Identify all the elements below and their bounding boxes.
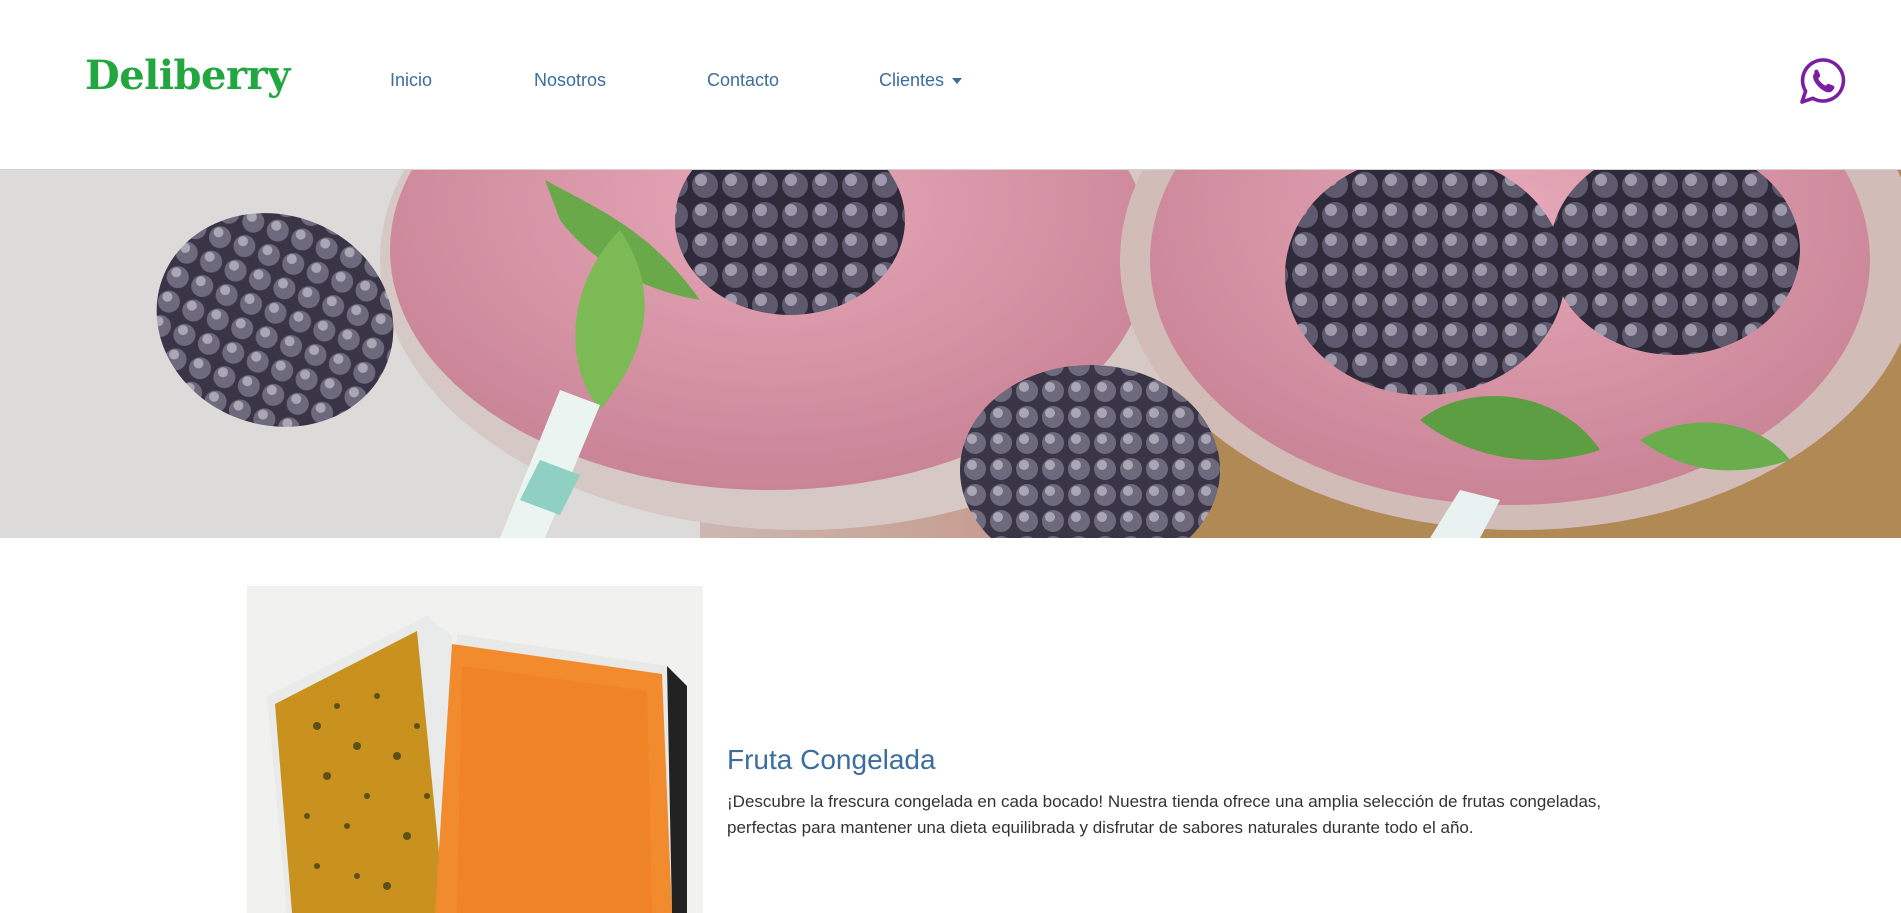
nav-link-inicio[interactable]: Inicio: [390, 70, 432, 91]
nav-link-nosotros[interactable]: Nosotros: [534, 70, 606, 91]
site-header: Deliberry Inicio Nosotros Contacto Clien…: [0, 0, 1901, 170]
hero-banner-image: [0, 170, 1901, 538]
hero-illustration: [0, 170, 1901, 538]
frozen-fruit-image: [247, 586, 703, 913]
brand-logo[interactable]: Deliberry: [85, 52, 290, 99]
whatsapp-icon[interactable]: [1797, 56, 1847, 106]
caret-down-icon: [952, 78, 963, 85]
nav-link-clientes-label: Clientes: [879, 70, 945, 90]
product-description: ¡Descubre la frescura congelada en cada …: [727, 792, 1602, 837]
nav-link-contacto[interactable]: Contacto: [707, 70, 779, 91]
product-title: Fruta Congelada: [727, 744, 936, 775]
nav-dropdown-clientes[interactable]: Clientes: [879, 70, 963, 91]
